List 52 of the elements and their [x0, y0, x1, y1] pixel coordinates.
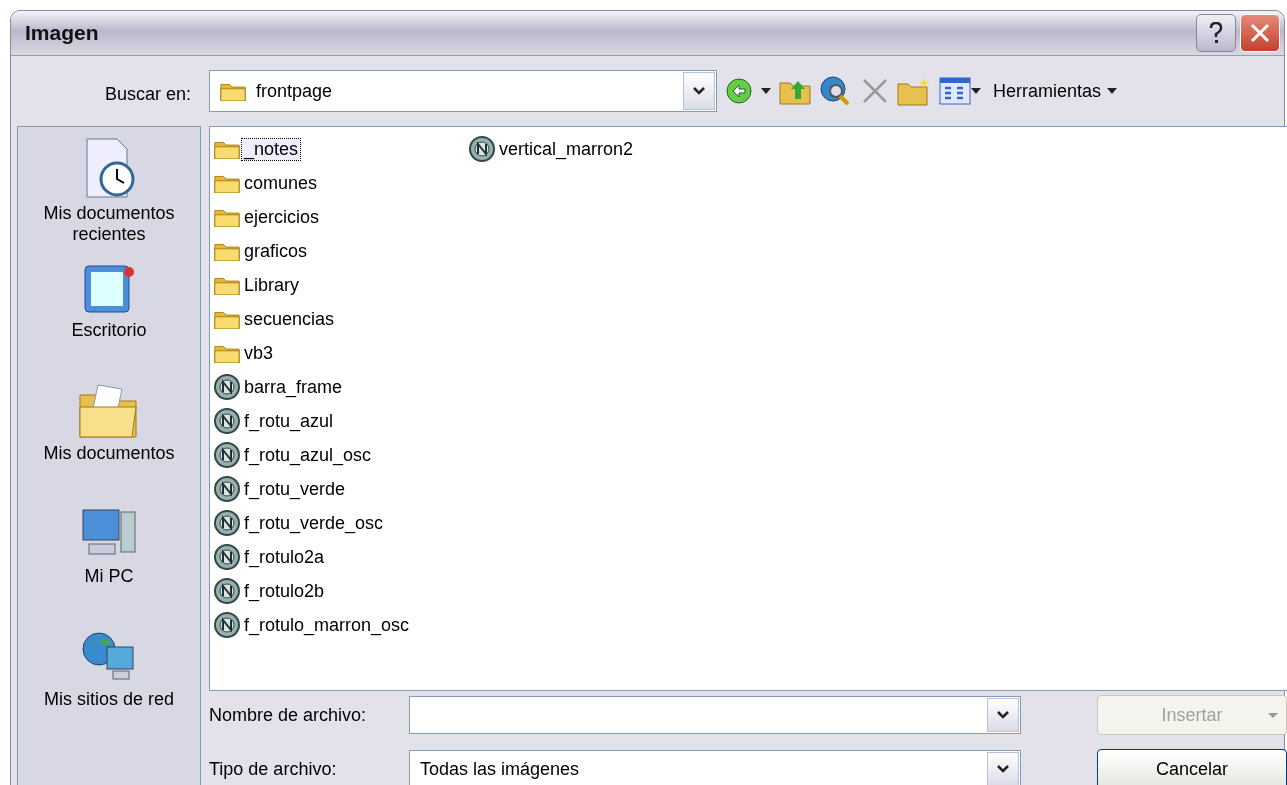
caret-icon	[761, 88, 771, 94]
file-item[interactable]: barra_frame	[242, 376, 345, 398]
file-item[interactable]: f_rotu_azul	[242, 410, 336, 432]
file-type-dropdown[interactable]: Todas las imágenes	[409, 750, 1021, 785]
places-bar-item[interactable]: Mis documentos	[18, 381, 200, 504]
globe-document-icon	[214, 374, 240, 400]
file-item[interactable]: Library	[242, 274, 302, 296]
file-item[interactable]: vertical_marron2	[497, 138, 636, 160]
places-bar-item[interactable]: Mis sitios de red	[18, 627, 200, 750]
file-type-label: Tipo de archivo:	[209, 758, 338, 780]
file-item[interactable]: _notes	[242, 138, 301, 160]
file-item[interactable]: secuencias	[242, 308, 337, 330]
caret-icon	[1107, 88, 1118, 94]
globe-document-icon	[214, 578, 240, 604]
globe-document-icon	[214, 408, 240, 434]
look-in-label: Buscar en:	[104, 84, 191, 105]
close-button[interactable]	[1240, 14, 1280, 52]
question-mark-icon	[1209, 22, 1223, 44]
places-bar-item[interactable]: Escritorio	[18, 258, 200, 381]
globe-document-icon	[214, 476, 240, 502]
new-folder-icon	[897, 76, 931, 106]
caret-icon	[971, 88, 981, 94]
file-item[interactable]: f_rotulo_marron_osc	[242, 614, 412, 636]
globe-document-icon	[469, 136, 495, 162]
close-icon	[1250, 23, 1270, 43]
globe-document-icon	[214, 544, 240, 570]
list-view-icon	[939, 77, 971, 105]
file-item[interactable]: ejercicios	[242, 206, 322, 228]
places-bar-item[interactable]: Mis documentos recientes	[18, 135, 200, 258]
file-name-label: Nombre de archivo:	[209, 704, 368, 726]
look-in-dropdown[interactable]: frontpage	[209, 70, 717, 112]
file-item[interactable]: comunes	[242, 172, 320, 194]
file-item[interactable]: f_rotulo2a	[242, 546, 327, 568]
file-item[interactable]: f_rotu_verde	[242, 478, 348, 500]
window-title: Imagen	[25, 21, 100, 45]
tools-menu[interactable]: Herramientas	[989, 70, 1122, 112]
caret-icon	[996, 710, 1010, 720]
file-name-field[interactable]	[409, 696, 1021, 734]
globe-document-icon	[214, 442, 240, 468]
globe-document-icon	[214, 510, 240, 536]
caret-icon	[692, 86, 706, 96]
help-button[interactable]	[1196, 14, 1236, 52]
globe-document-icon	[214, 612, 240, 638]
file-item[interactable]: vb3	[242, 342, 276, 364]
caret-icon	[996, 764, 1010, 774]
delete-icon	[861, 77, 889, 105]
file-item[interactable]: f_rotu_azul_osc	[242, 444, 374, 466]
cancel-button[interactable]: Cancelar	[1097, 749, 1287, 785]
file-item[interactable]: graficos	[242, 240, 310, 262]
file-item[interactable]: f_rotulo2b	[242, 580, 327, 602]
file-item[interactable]: f_rotu_verde_osc	[242, 512, 386, 534]
places-bar-item[interactable]: Mi PC	[18, 504, 200, 627]
